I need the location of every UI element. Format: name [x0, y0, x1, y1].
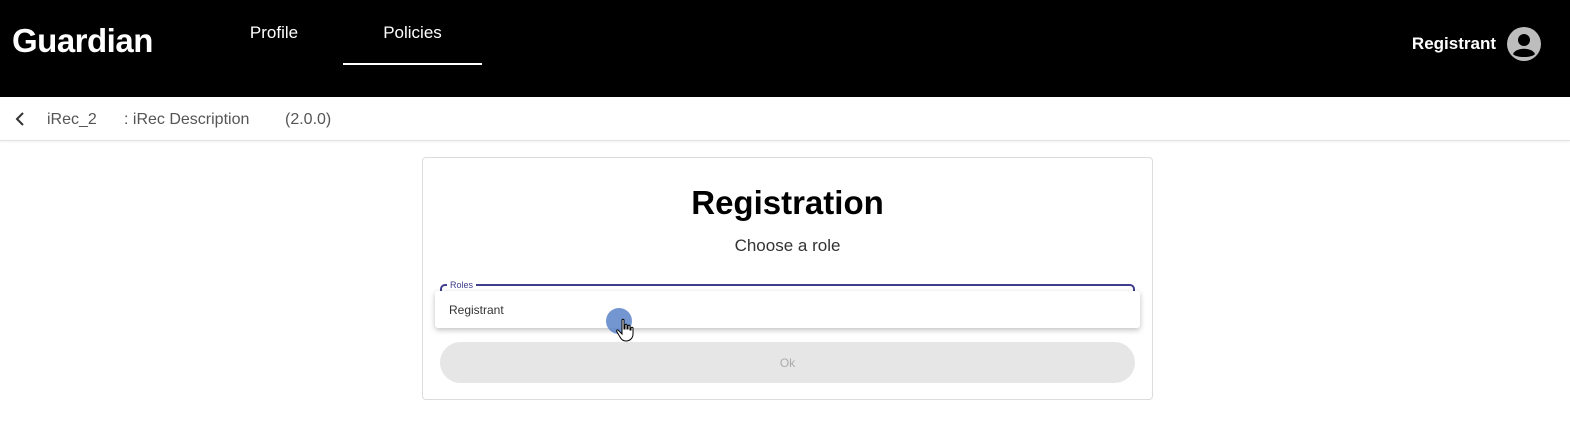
roles-dropdown-panel: Registrant — [435, 291, 1140, 328]
top-app-bar: Guardian Profile Policies Registrant — [0, 0, 1570, 97]
user-menu[interactable]: Registrant — [1412, 26, 1542, 62]
ok-button[interactable]: Ok — [440, 342, 1135, 383]
hand-pointer-icon — [616, 318, 634, 342]
roles-label: Roles — [447, 280, 477, 290]
policy-name: iRec_2 — [47, 111, 97, 128]
page-subtitle: Choose a role — [734, 236, 841, 255]
tab-profile[interactable]: Profile — [234, 0, 314, 66]
account-circle-icon[interactable] — [1506, 26, 1542, 62]
registration-card: Registration Choose a role Roles Registr… — [422, 157, 1153, 400]
role-option-registrant[interactable]: Registrant — [435, 291, 1140, 328]
policy-description: : iRec Description — [124, 111, 250, 128]
tab-policies[interactable]: Policies — [343, 0, 482, 66]
breadcrumb: iRec_2 : iRec Description (2.0.0) — [0, 97, 1570, 141]
policy-version: (2.0.0) — [285, 111, 332, 128]
user-name: Registrant — [1411, 34, 1496, 53]
app-logo: Guardian — [12, 22, 153, 59]
page-title: Registration — [691, 184, 884, 221]
chevron-left-icon[interactable] — [12, 111, 28, 127]
